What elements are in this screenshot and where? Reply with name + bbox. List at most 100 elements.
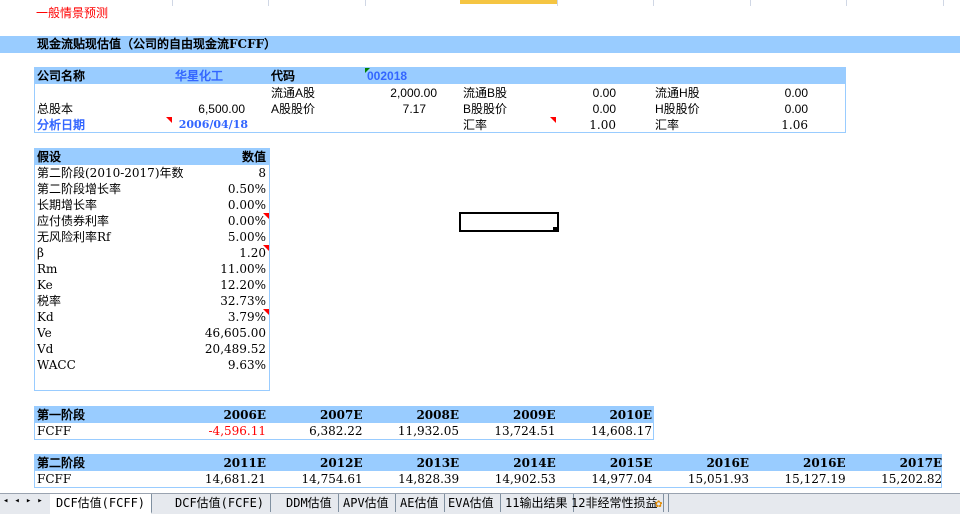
selected-cell[interactable] [459,212,559,232]
stage2-fcff-value[interactable]: 15,202.82 [846,471,942,487]
comment-indicator-icon [263,309,269,315]
b-price-value[interactable]: 0.00 [520,101,616,117]
company-name[interactable]: 华星化工 [175,68,223,84]
company-header-row [35,68,845,84]
cell-indicator-icon [365,68,370,73]
assumption-label: 税率 [37,294,62,308]
assumption-value[interactable]: 8 [150,165,266,181]
stage2-year: 2016E [706,456,749,470]
sheet-tab[interactable]: EVA估值 [442,494,501,512]
stage2-year: 2013E [416,456,460,470]
stage2-fcff-value[interactable]: 14,754.61 [267,471,363,487]
assumption-label: 长期增长率 [37,198,98,212]
stage2-fcff-value[interactable]: 14,828.39 [363,471,459,487]
stage2-fcff-value[interactable]: 15,051.93 [653,471,749,487]
stage2-label: 第二阶段 [37,456,86,470]
b-price-label: B股股价 [463,102,508,116]
stage1-year: 2007E [319,408,363,422]
assumption-value[interactable]: 20,489.52 [150,341,266,357]
stage2-year: 2015E [609,456,653,470]
stage1-year: 2010E [609,408,652,422]
stage2-fcff-value[interactable]: 15,127.19 [750,471,846,487]
float-h-value[interactable]: 0.00 [710,85,808,101]
analysis-date-label: 分析日期 [37,118,86,132]
sheet-tab[interactable]: DCF估值(FCFE) [169,494,272,512]
company-code[interactable]: 002018 [367,68,407,84]
stage1-fcff-value[interactable]: -4,596.11 [170,423,267,439]
fx-b-value[interactable]: 1.00 [520,117,616,133]
sheet-tab[interactable]: APV估值 [337,494,396,512]
section-title: 现金流贴现估值（公司的自由现金流FCFF） [37,37,277,51]
value-col-header: 数值 [241,150,266,164]
a-price-value[interactable]: 7.17 [340,101,426,117]
stage1-fcff-value[interactable]: 6,382.22 [267,423,362,439]
assumption-value[interactable]: 11.00% [150,261,266,277]
total-shares-label: 总股本 [37,102,74,116]
sheet-tab[interactable]: AE估值 [394,494,446,512]
assumption-value[interactable]: 0.00% [150,213,266,229]
total-shares-value[interactable]: 6,500.00 [150,101,245,117]
assumption-label: 应付债券利率 [37,214,110,228]
float-h-label: 流通H股 [655,86,700,100]
stage1-fcff-value[interactable]: 11,932.05 [363,423,459,439]
assumption-label: Ke [37,278,53,292]
a-price-label: A股股价 [271,102,316,116]
assumption-label: WACC [37,358,76,372]
assumption-label: β [37,246,44,260]
sheet-tab-bar: ◂◂▸▸ DCF估值(FCFF) DCF估值(FCFE) DDM估值 APV估值 AE估… [0,493,960,514]
stage1-year: 2009E [512,408,556,422]
sheet-tab[interactable]: 11输出结果 [499,494,575,512]
assumptions-header: 假设 数值 [35,149,269,165]
assumption-value[interactable]: 9.63% [150,357,266,373]
stage2-year: 2014E [513,456,556,470]
insert-sheet-icon[interactable]: ✿ [649,494,670,512]
float-a-label: 流通A股 [271,86,316,100]
h-price-label: H股股价 [655,102,700,116]
fx-b-label: 汇率 [463,118,488,132]
assumption-value[interactable]: 5.00% [150,229,266,245]
sheet-tab[interactable]: DCF估值(FCFF) [50,494,153,514]
assumption-value[interactable]: 1.20 [150,245,266,261]
assumption-value[interactable]: 12.20% [150,277,266,293]
stage2-year: 2011E [223,456,266,470]
comment-indicator-icon [263,213,269,219]
stage2-fcff-value[interactable]: 14,977.04 [556,471,652,487]
tab-scroll-buttons[interactable]: ◂◂▸▸ [3,496,49,506]
company-name-label: 公司名称 [37,69,86,83]
stage1-year: 2006E [223,408,266,422]
float-b-value[interactable]: 0.00 [520,85,616,101]
assumption-col-header: 假设 [37,150,62,164]
fx-h-value[interactable]: 1.06 [710,117,808,133]
stage2-fcff-value[interactable]: 14,681.21 [170,471,266,487]
assumption-value[interactable]: 32.73% [150,293,266,309]
assumption-label: Rm [37,262,58,276]
stage2-year: 2012E [320,456,363,470]
fill-handle[interactable] [553,227,558,232]
float-a-value[interactable]: 2,000.00 [340,85,437,101]
comment-indicator-icon [263,245,269,251]
fx-h-label: 汇率 [655,118,680,132]
assumption-label: 第二阶段增长率 [37,182,122,196]
assumption-value[interactable]: 46,605.00 [150,325,266,341]
stage1-fcff-value[interactable]: 13,724.51 [460,423,555,439]
stage2-row-label: FCFF [37,472,72,486]
assumption-label: Vd [37,342,54,356]
section-title-bar: 现金流贴现估值（公司的自由现金流FCFF） [0,36,960,53]
assumption-value[interactable]: 0.00% [150,197,266,213]
stage1-year: 2008E [416,408,459,422]
code-label: 代码 [271,69,296,83]
assumption-value[interactable]: 3.79% [150,309,266,325]
analysis-date-value[interactable]: 2006/04/18 [150,117,248,133]
sheet-tab[interactable]: DDM估值 [280,494,339,512]
assumption-label: Ve [37,326,52,340]
stage1-fcff-value[interactable]: 14,608.17 [556,423,652,439]
stage1-row-label: FCFF [37,424,72,438]
scenario-label: 一般情景预测 [36,6,109,20]
stage2-year: 2016E [803,456,846,470]
float-b-label: 流通B股 [463,86,508,100]
assumption-value[interactable]: 0.50% [150,181,266,197]
stage2-fcff-value[interactable]: 14,902.53 [460,471,556,487]
stage2-year: 2017E [899,456,943,470]
h-price-value[interactable]: 0.00 [710,101,808,117]
assumption-label: 无风险利率Rf [37,230,111,244]
